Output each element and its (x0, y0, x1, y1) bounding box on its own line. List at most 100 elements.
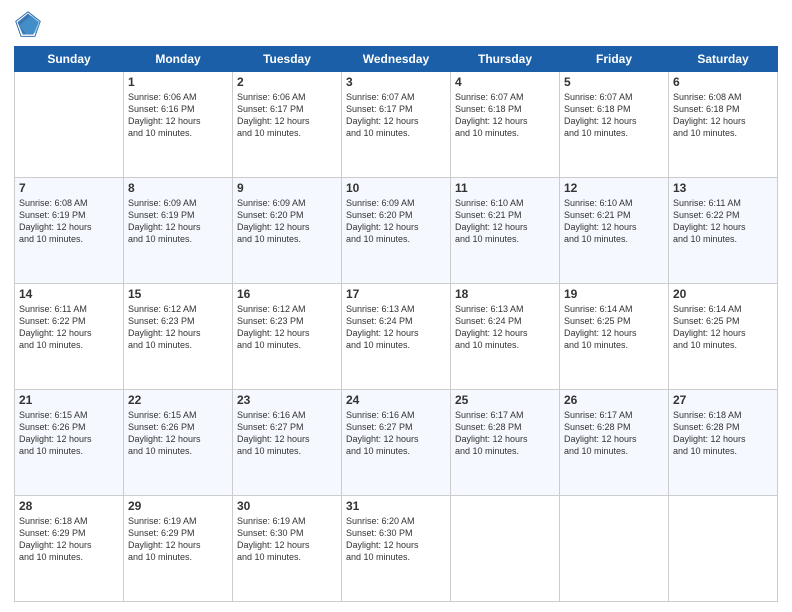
calendar-day-cell: 5Sunrise: 6:07 AM Sunset: 6:18 PM Daylig… (560, 72, 669, 178)
day-of-week-header: Friday (560, 47, 669, 72)
calendar-day-cell: 31Sunrise: 6:20 AM Sunset: 6:30 PM Dayli… (342, 496, 451, 602)
calendar-day-cell (669, 496, 778, 602)
calendar-week-row: 14 Sunrise: 6:11 AM Sunset: 6:22 PM Dayli… (15, 284, 778, 390)
day-number: 17 (346, 287, 446, 301)
day-of-week-header: Saturday (669, 47, 778, 72)
day-info: Sunrise: 6:17 AM Sunset: 6:28 PM Dayligh… (564, 409, 664, 458)
day-info: Sunrise: 6:18 AM Sunset: 6:29 PM Dayligh… (19, 515, 119, 564)
calendar-day-cell: 25 Sunrise: 6:17 AM Sunset: 6:28 PM Dayli… (451, 390, 560, 496)
calendar-day-cell: 24 Sunrise: 6:16 AM Sunset: 6:27 PM Dayli… (342, 390, 451, 496)
day-of-week-header: Thursday (451, 47, 560, 72)
day-number: 29 (128, 499, 228, 513)
day-info: Sunrise: 6:19 AM Sunset: 6:29 PM Dayligh… (128, 515, 228, 564)
day-info: Sunrise: 6:09 AM Sunset: 6:20 PM Dayligh… (346, 197, 446, 246)
day-number: 1 (128, 75, 228, 89)
day-info: Sunrise: 6:12 AM Sunset: 6:23 PM Dayligh… (237, 303, 337, 352)
day-info: Sunrise: 6:15 AM Sunset: 6:26 PM Dayligh… (19, 409, 119, 458)
day-info: Sunrise: 6:07 AM Sunset: 6:18 PM Dayligh… (455, 91, 555, 140)
day-info: Sunrise: 6:16 AM Sunset: 6:27 PM Dayligh… (237, 409, 337, 458)
day-number: 22 (128, 393, 228, 407)
day-info: Sunrise: 6:19 AM Sunset: 6:30 PM Dayligh… (237, 515, 337, 564)
day-of-week-header: Monday (124, 47, 233, 72)
day-number: 16 (237, 287, 337, 301)
calendar-day-cell: 3 Sunrise: 6:07 AM Sunset: 6:17 PM Daylig… (342, 72, 451, 178)
calendar-table: SundayMondayTuesdayWednesdayThursdayFrid… (14, 46, 778, 602)
day-number: 6 (673, 75, 773, 89)
day-number: 14 (19, 287, 119, 301)
day-info: Sunrise: 6:08 AM Sunset: 6:18 PM Dayligh… (673, 91, 773, 140)
day-of-week-header: Sunday (15, 47, 124, 72)
day-number: 18 (455, 287, 555, 301)
day-number: 20 (673, 287, 773, 301)
day-number: 15 (128, 287, 228, 301)
calendar-day-cell: 29 Sunrise: 6:19 AM Sunset: 6:29 PM Dayli… (124, 496, 233, 602)
calendar-day-cell: 8 Sunrise: 6:09 AM Sunset: 6:19 PM Daylig… (124, 178, 233, 284)
day-info: Sunrise: 6:11 AM Sunset: 6:22 PM Dayligh… (673, 197, 773, 246)
calendar-day-cell: 14 Sunrise: 6:11 AM Sunset: 6:22 PM Dayli… (15, 284, 124, 390)
day-info: Sunrise: 6:06 AM Sunset: 6:17 PM Dayligh… (237, 91, 337, 140)
day-info: Sunrise: 6:13 AM Sunset: 6:24 PM Dayligh… (346, 303, 446, 352)
day-number: 25 (455, 393, 555, 407)
day-info: Sunrise: 6:18 AM Sunset: 6:28 PM Dayligh… (673, 409, 773, 458)
logo (14, 10, 46, 38)
calendar-day-cell: 12 Sunrise: 6:10 AM Sunset: 6:21 PM Dayli… (560, 178, 669, 284)
day-info: Sunrise: 6:12 AM Sunset: 6:23 PM Dayligh… (128, 303, 228, 352)
calendar-day-cell: 28 Sunrise: 6:18 AM Sunset: 6:29 PM Dayli… (15, 496, 124, 602)
calendar-day-cell: 26 Sunrise: 6:17 AM Sunset: 6:28 PM Dayli… (560, 390, 669, 496)
calendar-day-cell: 10 Sunrise: 6:09 AM Sunset: 6:20 PM Dayli… (342, 178, 451, 284)
calendar-day-cell: 18 Sunrise: 6:13 AM Sunset: 6:24 PM Dayli… (451, 284, 560, 390)
calendar-day-cell: 22Sunrise: 6:15 AM Sunset: 6:26 PM Dayli… (124, 390, 233, 496)
day-number: 9 (237, 181, 337, 195)
day-number: 24 (346, 393, 446, 407)
day-number: 27 (673, 393, 773, 407)
day-number: 3 (346, 75, 446, 89)
calendar-week-row: 21 Sunrise: 6:15 AM Sunset: 6:26 PM Dayli… (15, 390, 778, 496)
calendar-day-cell: 2 Sunrise: 6:06 AM Sunset: 6:17 PM Daylig… (233, 72, 342, 178)
day-info: Sunrise: 6:09 AM Sunset: 6:20 PM Dayligh… (237, 197, 337, 246)
day-info: Sunrise: 6:10 AM Sunset: 6:21 PM Dayligh… (564, 197, 664, 246)
calendar-day-cell: 6 Sunrise: 6:08 AM Sunset: 6:18 PM Daylig… (669, 72, 778, 178)
day-of-week-header: Wednesday (342, 47, 451, 72)
day-number: 7 (19, 181, 119, 195)
day-info: Sunrise: 6:13 AM Sunset: 6:24 PM Dayligh… (455, 303, 555, 352)
calendar-day-cell: 19 Sunrise: 6:14 AM Sunset: 6:25 PM Dayli… (560, 284, 669, 390)
day-number: 26 (564, 393, 664, 407)
calendar-day-cell (451, 496, 560, 602)
calendar-week-row: 28 Sunrise: 6:18 AM Sunset: 6:29 PM Dayli… (15, 496, 778, 602)
day-info: Sunrise: 6:14 AM Sunset: 6:25 PM Dayligh… (564, 303, 664, 352)
calendar-day-cell: 17 Sunrise: 6:13 AM Sunset: 6:24 PM Dayli… (342, 284, 451, 390)
day-info: Sunrise: 6:17 AM Sunset: 6:28 PM Dayligh… (455, 409, 555, 458)
day-number: 8 (128, 181, 228, 195)
calendar-header-row: SundayMondayTuesdayWednesdayThursdayFrid… (15, 47, 778, 72)
logo-icon (14, 10, 42, 38)
day-info: Sunrise: 6:09 AM Sunset: 6:19 PM Dayligh… (128, 197, 228, 246)
day-number: 30 (237, 499, 337, 513)
page: SundayMondayTuesdayWednesdayThursdayFrid… (0, 0, 792, 612)
day-info: Sunrise: 6:16 AM Sunset: 6:27 PM Dayligh… (346, 409, 446, 458)
day-number: 23 (237, 393, 337, 407)
day-number: 12 (564, 181, 664, 195)
day-number: 21 (19, 393, 119, 407)
day-info: Sunrise: 6:07 AM Sunset: 6:17 PM Dayligh… (346, 91, 446, 140)
header (14, 10, 778, 38)
day-number: 19 (564, 287, 664, 301)
day-number: 31 (346, 499, 446, 513)
calendar-day-cell: 27 Sunrise: 6:18 AM Sunset: 6:28 PM Dayli… (669, 390, 778, 496)
calendar-week-row: 1Sunrise: 6:06 AM Sunset: 6:16 PM Daylig… (15, 72, 778, 178)
calendar-day-cell: 16 Sunrise: 6:12 AM Sunset: 6:23 PM Dayli… (233, 284, 342, 390)
calendar-day-cell: 9 Sunrise: 6:09 AM Sunset: 6:20 PM Daylig… (233, 178, 342, 284)
calendar-day-cell: 7Sunrise: 6:08 AM Sunset: 6:19 PM Daylig… (15, 178, 124, 284)
calendar-day-cell: 13Sunrise: 6:11 AM Sunset: 6:22 PM Dayli… (669, 178, 778, 284)
day-number: 2 (237, 75, 337, 89)
day-info: Sunrise: 6:07 AM Sunset: 6:18 PM Dayligh… (564, 91, 664, 140)
day-number: 28 (19, 499, 119, 513)
calendar-day-cell: 23 Sunrise: 6:16 AM Sunset: 6:27 PM Dayli… (233, 390, 342, 496)
calendar-day-cell: 4Sunrise: 6:07 AM Sunset: 6:18 PM Daylig… (451, 72, 560, 178)
day-number: 10 (346, 181, 446, 195)
calendar-day-cell: 11Sunrise: 6:10 AM Sunset: 6:21 PM Dayli… (451, 178, 560, 284)
day-info: Sunrise: 6:11 AM Sunset: 6:22 PM Dayligh… (19, 303, 119, 352)
calendar-day-cell (15, 72, 124, 178)
day-number: 11 (455, 181, 555, 195)
calendar-day-cell: 1Sunrise: 6:06 AM Sunset: 6:16 PM Daylig… (124, 72, 233, 178)
calendar-week-row: 7Sunrise: 6:08 AM Sunset: 6:19 PM Daylig… (15, 178, 778, 284)
